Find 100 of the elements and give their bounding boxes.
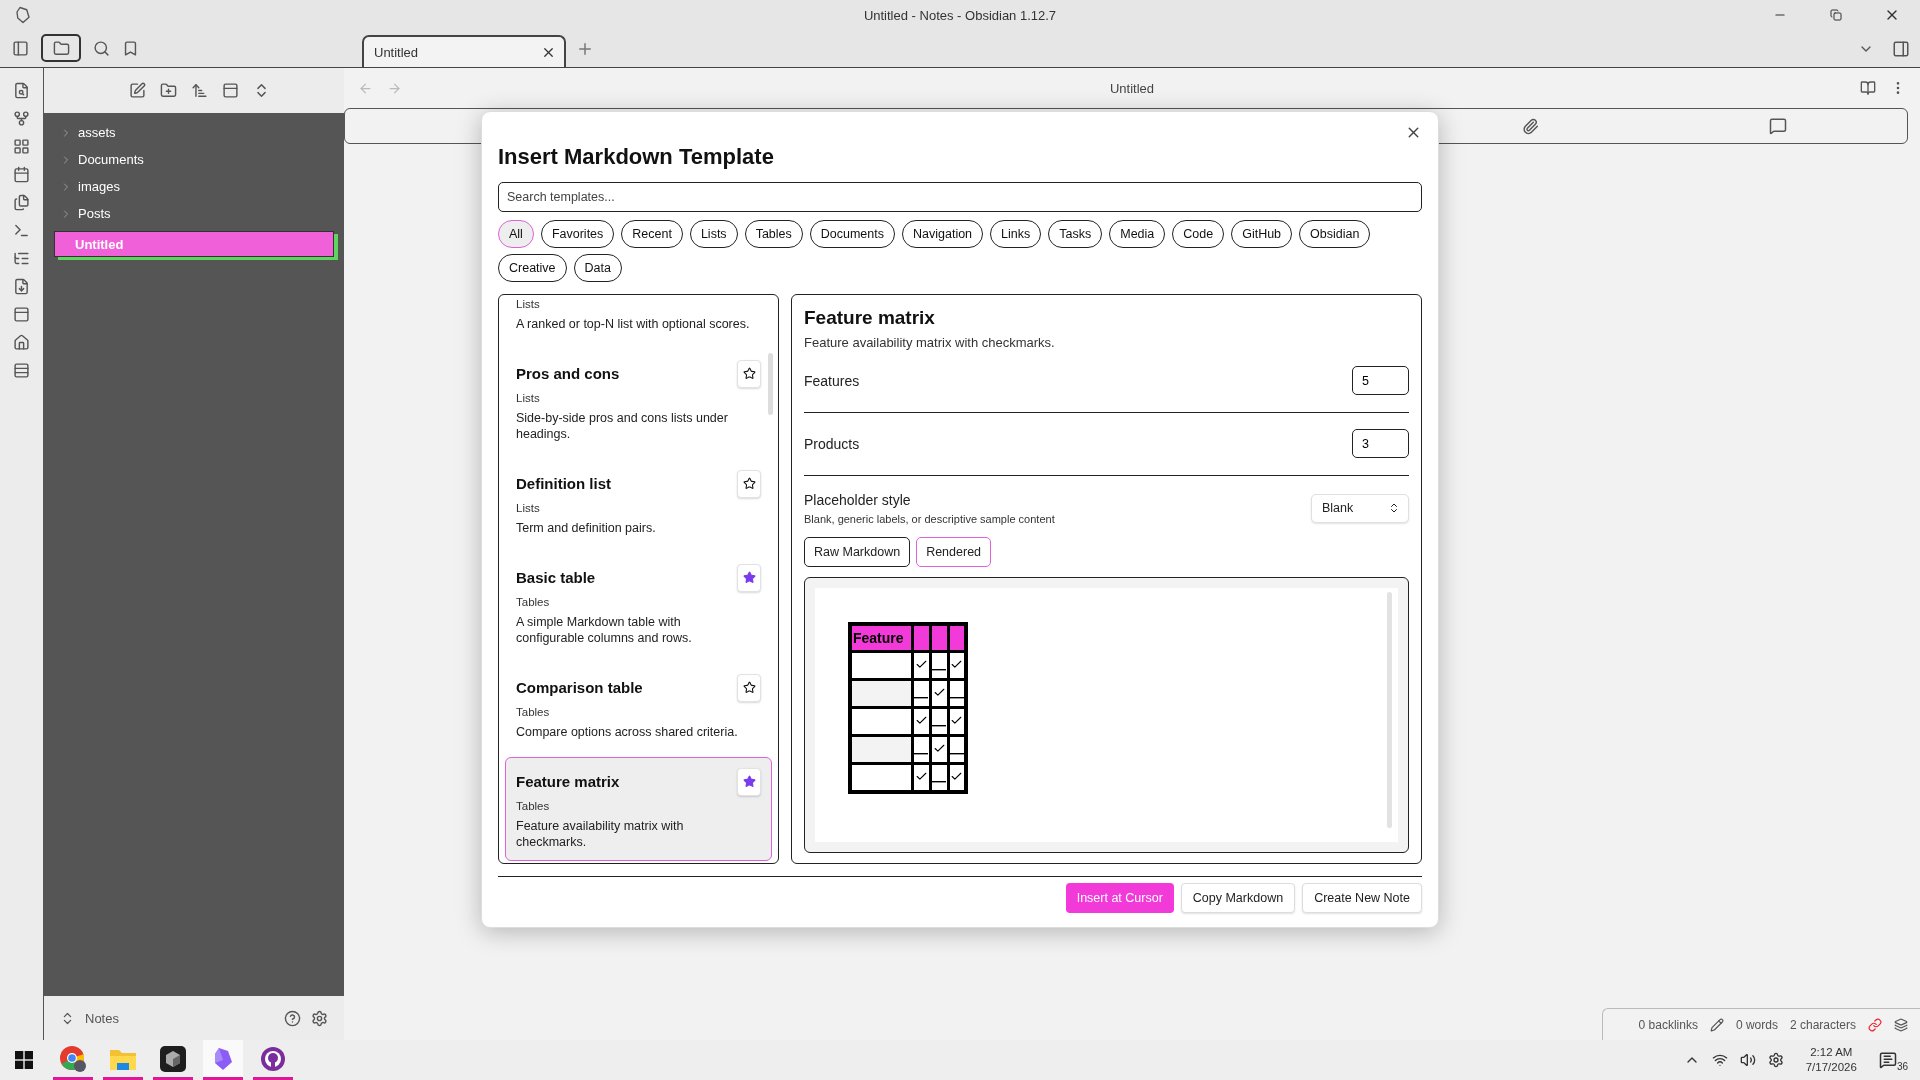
template-item[interactable]: Lists A ranked or top-N list with optional scores. xyxy=(505,294,772,343)
template-item[interactable]: Basic table Tables A simple Markdown table with configurable columns and rows. xyxy=(505,552,772,657)
clock-date: 7/17/2026 xyxy=(1805,1060,1857,1075)
favorite-star-button[interactable] xyxy=(737,469,761,498)
template-category: Tables xyxy=(516,705,551,718)
filter-chip[interactable]: Obsidian xyxy=(1299,219,1371,248)
settings-tray-icon[interactable] xyxy=(1767,1052,1784,1068)
restore-icon xyxy=(1830,9,1842,21)
filter-chip[interactable]: Data xyxy=(573,253,622,282)
volume-icon[interactable] xyxy=(1739,1052,1756,1068)
new-folder-icon[interactable] xyxy=(159,82,177,99)
settings-icon[interactable] xyxy=(311,1009,328,1027)
template-item[interactable]: Comparison table Tables Compare options across shared criteria. xyxy=(505,662,772,751)
template-category: Lists xyxy=(516,501,541,514)
detail-title: Feature matrix xyxy=(804,306,936,329)
word-count: 0 words xyxy=(1735,1017,1778,1032)
template-name: Pros and cons xyxy=(516,365,620,383)
terminal-icon[interactable] xyxy=(13,222,30,239)
filter-chip[interactable]: Links xyxy=(990,219,1042,248)
filter-chip[interactable]: Navigation xyxy=(902,219,984,248)
tab[interactable]: Untitled xyxy=(362,35,566,67)
right-sidebar-icon[interactable] xyxy=(1892,39,1910,58)
layers-icon[interactable] xyxy=(1894,1017,1908,1032)
backlinks-count: 0 backlinks xyxy=(1638,1017,1698,1032)
sidebar-toggle-icon[interactable] xyxy=(12,39,29,57)
favorite-star-button[interactable] xyxy=(737,673,761,702)
filter-chip[interactable]: Media xyxy=(1109,219,1166,248)
cube-app-icon xyxy=(160,1045,186,1072)
style-dropdown[interactable]: Blank xyxy=(1311,493,1409,523)
filter-chip[interactable]: Lists xyxy=(689,219,738,248)
chevrons-icon xyxy=(1388,502,1400,515)
search-icon[interactable] xyxy=(93,39,110,57)
folder-item[interactable]: assets xyxy=(54,121,334,144)
search-field[interactable]: Search templates... xyxy=(498,182,1422,212)
template-description: Side-by-side pros and cons lists under headings. xyxy=(516,409,729,442)
new-note-icon[interactable] xyxy=(128,82,146,99)
favorite-star-button[interactable] xyxy=(737,563,761,592)
filter-chip[interactable]: Documents xyxy=(809,219,895,248)
filter-chip[interactable]: Recent xyxy=(621,219,683,248)
rows-icon[interactable] xyxy=(13,362,30,379)
collapse-icon[interactable] xyxy=(221,82,239,99)
number-field[interactable]: 5 xyxy=(1352,366,1409,396)
comment-icon[interactable] xyxy=(1769,117,1787,135)
template-name: Definition list xyxy=(516,475,611,493)
filter-chip[interactable]: Tables xyxy=(744,219,803,248)
filter-chip[interactable]: GitHub xyxy=(1231,219,1293,248)
home-icon[interactable] xyxy=(13,334,30,351)
sort-icon[interactable] xyxy=(190,82,208,99)
star-icon xyxy=(742,367,756,381)
template-description: Compare options across shared criteria. xyxy=(516,723,739,740)
paperclip-icon[interactable] xyxy=(1522,117,1539,135)
template-item[interactable]: Definition list Lists Term and definition pairs. xyxy=(505,458,772,547)
action-button[interactable]: Create New Note xyxy=(1302,883,1422,913)
download-icon[interactable] xyxy=(13,278,30,295)
star-icon xyxy=(742,571,756,585)
template-category: Lists xyxy=(516,391,541,404)
list-icon[interactable] xyxy=(13,250,30,267)
pencil-icon xyxy=(1709,1017,1724,1032)
folder-item[interactable]: Posts xyxy=(54,202,334,225)
vault-name: Notes xyxy=(85,1010,120,1026)
template-name: Feature matrix xyxy=(516,773,620,791)
number-field[interactable]: 3 xyxy=(1352,429,1409,459)
folder-item[interactable]: images xyxy=(54,175,334,198)
window-title: Untitled - Notes - Obsidian 1.12.7 xyxy=(863,7,1057,23)
star-icon xyxy=(742,775,756,789)
filter-chip[interactable]: All xyxy=(498,219,534,248)
tab-label: Untitled xyxy=(374,44,419,60)
field-hint: Blank, generic labels, or descriptive sample content xyxy=(804,512,1055,525)
grid-icon[interactable] xyxy=(13,138,30,155)
template-category: Tables xyxy=(516,595,551,608)
start-icon[interactable] xyxy=(15,1051,33,1069)
search-file-icon[interactable] xyxy=(13,82,30,99)
view-toggle-button[interactable]: Rendered xyxy=(916,536,992,567)
help-icon[interactable] xyxy=(284,1009,301,1027)
files-icon[interactable] xyxy=(13,194,30,211)
detail-description: Feature availability matrix with checkmarks. xyxy=(804,334,1056,350)
filter-chip[interactable]: Tasks xyxy=(1048,219,1103,248)
calendar-icon[interactable] xyxy=(13,166,30,183)
field-label: Features xyxy=(804,372,860,389)
template-item[interactable]: Pros and cons Lists Side-by-side pros and cons lists under headings. xyxy=(505,348,772,453)
reading-view-icon[interactable] xyxy=(1860,80,1876,96)
table-header: Feature xyxy=(850,623,912,652)
graph-icon[interactable] xyxy=(13,110,30,127)
network-icon[interactable] xyxy=(1711,1052,1728,1068)
filter-chip[interactable]: Creative xyxy=(498,253,567,282)
filter-chip[interactable]: Code xyxy=(1172,219,1225,248)
dialog-title: Insert Markdown Template xyxy=(498,144,775,170)
bookmark-icon[interactable] xyxy=(122,39,139,57)
filter-chip[interactable]: Favorites xyxy=(540,219,615,248)
note-title: Untitled xyxy=(1109,80,1155,96)
template-item[interactable]: Feature matrix Tables Feature availability matrix with checkmarks. xyxy=(505,756,772,861)
folder-item[interactable]: Documents xyxy=(54,148,334,171)
favorite-star-button[interactable] xyxy=(737,359,761,388)
notifications-icon[interactable] xyxy=(1878,1051,1897,1069)
favorite-star-button[interactable] xyxy=(737,767,761,796)
view-toggle-button[interactable]: Raw Markdown xyxy=(804,536,911,567)
scrollbar xyxy=(768,352,773,415)
panel-icon[interactable] xyxy=(13,306,30,323)
action-button[interactable]: Copy Markdown xyxy=(1180,883,1296,913)
folder-button[interactable] xyxy=(41,34,81,62)
